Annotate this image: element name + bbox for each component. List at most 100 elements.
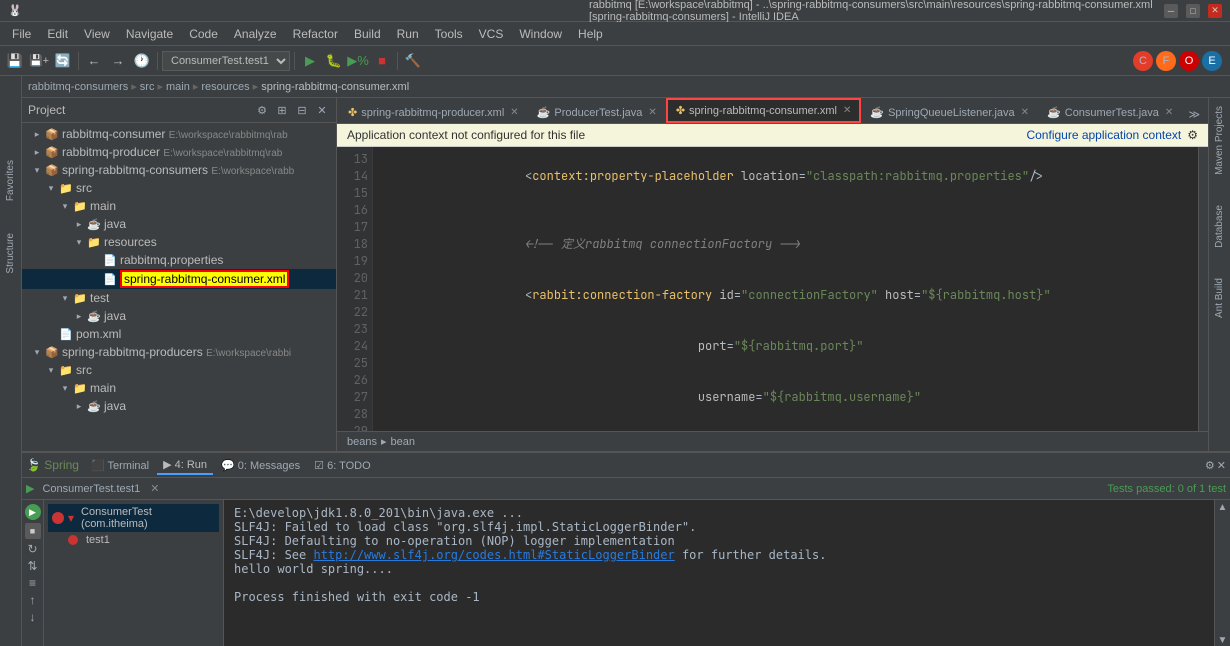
tree-node-main[interactable]: ▾ 📁 main [22, 197, 336, 215]
stop-button[interactable]: ■ [371, 50, 393, 72]
menu-help[interactable]: Help [570, 25, 611, 43]
tab-close-button[interactable]: ✕ [843, 105, 851, 116]
tab-close-button[interactable]: ✕ [1165, 107, 1173, 118]
terminal-tab-button[interactable]: ⬛ Terminal [85, 457, 155, 474]
run-again-button[interactable]: ▶ [25, 504, 41, 520]
menu-refactor[interactable]: Refactor [285, 25, 346, 43]
import-button[interactable]: ↓ [30, 610, 36, 624]
run-tab-button[interactable]: ▶ 4: Run [157, 456, 213, 475]
tab-close-button[interactable]: ✕ [510, 107, 518, 118]
export-button[interactable]: ↑ [30, 593, 36, 607]
ant-build-button[interactable]: Ant Build [1212, 274, 1227, 322]
filter-button[interactable]: ≡ [29, 576, 36, 590]
slf4j-link[interactable]: http://www.slf4j.org/codes.html#StaticLo… [313, 548, 674, 562]
structure-panel-button[interactable]: Structure [3, 229, 18, 278]
tree-node-spring-rabbitmq-producers[interactable]: ▾ 📦 spring-rabbitmq-producers E:\workspa… [22, 343, 336, 361]
tree-node-rabbitmq-consumer[interactable]: ▸ 📦 rabbitmq-consumer E:\workspace\rabbi… [22, 125, 336, 143]
tree-node-resources[interactable]: ▾ 📁 resources [22, 233, 336, 251]
breadcrumb-item-consumers[interactable]: rabbitmq-consumers [28, 81, 128, 93]
run-tree-test1[interactable]: test1 [48, 532, 219, 548]
menu-analyze[interactable]: Analyze [226, 25, 285, 43]
run-coverage-button[interactable]: ▶% [347, 50, 369, 72]
sidebar-collapse-button[interactable]: ⊟ [294, 102, 310, 118]
database-button[interactable]: Database [1212, 201, 1227, 252]
menu-tools[interactable]: Tools [427, 25, 471, 43]
tab-close-button[interactable]: ✕ [1021, 107, 1029, 118]
tree-node-test[interactable]: ▾ 📁 test [22, 289, 336, 307]
forward-button[interactable]: → [107, 50, 129, 72]
save-button[interactable]: 💾 [4, 50, 26, 72]
favorites-panel-button[interactable]: Favorites [3, 156, 18, 205]
tab-close-button[interactable]: ✕ [648, 107, 656, 118]
menu-navigate[interactable]: Navigate [118, 25, 181, 43]
tree-node-rabbitmq-properties[interactable]: 📄 rabbitmq.properties [22, 251, 336, 269]
settings-icon[interactable]: ⚙ [1187, 128, 1198, 142]
menu-run[interactable]: Run [389, 25, 427, 43]
tab-producer-test-java[interactable]: ☕ ProducerTest.java ✕ [528, 101, 666, 123]
menu-file[interactable]: File [4, 25, 39, 43]
menu-code[interactable]: Code [181, 25, 226, 43]
tree-node-spring-rabbitmq-consumers[interactable]: ▾ 📦 spring-rabbitmq-consumers E:\workspa… [22, 161, 336, 179]
sync-button[interactable]: 🔄 [52, 50, 74, 72]
breadcrumb-item-main[interactable]: main [166, 81, 190, 93]
save-all-button[interactable]: 💾+ [28, 50, 50, 72]
editor-breadcrumb-beans[interactable]: beans [347, 436, 377, 448]
close-button[interactable]: ✕ [1208, 4, 1222, 18]
run-tab-close[interactable]: ✕ [150, 482, 159, 495]
maximize-button[interactable]: □ [1186, 4, 1200, 18]
panel-close-button[interactable]: ✕ [1217, 459, 1226, 472]
window-controls[interactable]: ─ □ ✕ [1164, 4, 1222, 18]
editor-scrollbar[interactable] [1198, 147, 1208, 431]
tree-node-java-consumers[interactable]: ▸ ☕ java [22, 215, 336, 233]
tree-node-spring-rabbitmq-consumer-xml[interactable]: 📄 spring-rabbitmq-consumer.xml [22, 269, 336, 289]
maven-projects-button[interactable]: Maven Projects [1212, 102, 1227, 179]
run-tree-consumer-test[interactable]: ▾ ConsumerTest (com.itheima) [48, 504, 219, 532]
menu-build[interactable]: Build [346, 25, 389, 43]
debug-button[interactable]: 🐛 [323, 50, 345, 72]
recent-button[interactable]: 🕐 [131, 50, 153, 72]
tab-spring-rabbitmq-producer-xml[interactable]: ✤ spring-rabbitmq-producer.xml ✕ [339, 101, 528, 123]
editor-breadcrumb-bean[interactable]: bean [391, 436, 415, 448]
opera-icon[interactable]: O [1179, 51, 1199, 71]
firefox-icon[interactable]: F [1156, 51, 1176, 71]
scroll-down-button[interactable]: ▼ [1218, 635, 1228, 646]
build-button[interactable]: 🔨 [402, 50, 424, 72]
menu-edit[interactable]: Edit [39, 25, 76, 43]
sidebar-settings-button[interactable]: ⚙ [254, 102, 270, 118]
panel-settings-button[interactable]: ⚙ [1205, 459, 1215, 472]
breadcrumb-item-resources[interactable]: resources [201, 81, 249, 93]
breadcrumb-item-file[interactable]: spring-rabbitmq-consumer.xml [261, 81, 409, 93]
run-button[interactable]: ▶ [299, 50, 321, 72]
chrome-icon[interactable]: C [1133, 51, 1153, 71]
tree-node-src[interactable]: ▾ 📁 src [22, 179, 336, 197]
messages-tab-button[interactable]: 💬 0: Messages [215, 457, 306, 474]
edge-icon[interactable]: E [1202, 51, 1222, 71]
todo-tab-button[interactable]: ☑ 6: TODO [308, 457, 377, 474]
tree-node-src-producers[interactable]: ▾ 📁 src [22, 361, 336, 379]
sort-button[interactable]: ⇅ [27, 559, 37, 573]
tab-spring-queue-listener-java[interactable]: ☕ SpringQueueListener.java ✕ [861, 101, 1038, 123]
tree-node-java-producers[interactable]: ▸ ☕ java [22, 397, 336, 415]
stop-run-button[interactable]: ■ [25, 523, 41, 539]
menu-vcs[interactable]: VCS [471, 25, 512, 43]
minimize-button[interactable]: ─ [1164, 4, 1178, 18]
tab-consumer-test-java[interactable]: ☕ ConsumerTest.java ✕ [1038, 101, 1182, 123]
menu-view[interactable]: View [76, 25, 118, 43]
tab-spring-rabbitmq-consumer-xml[interactable]: ✤ spring-rabbitmq-consumer.xml ✕ [666, 98, 862, 123]
tree-node-main-producers[interactable]: ▾ 📁 main [22, 379, 336, 397]
menu-window[interactable]: Window [511, 25, 570, 43]
breadcrumb-item-src[interactable]: src [140, 81, 155, 93]
rerun-button[interactable]: ↻ [27, 542, 37, 556]
tabs-scroll-button[interactable]: ≫ [1182, 106, 1206, 123]
code-content[interactable]: <context:property-placeholder location="… [373, 147, 1198, 431]
configure-context-link[interactable]: Configure application context [1026, 128, 1181, 142]
run-config-dropdown[interactable]: ConsumerTest.test1 [162, 51, 290, 71]
code-editor[interactable]: 13 14 15 16 17 18 19 20 21 22 23 24 [337, 147, 1208, 431]
tree-node-rabbitmq-producer[interactable]: ▸ 📦 rabbitmq-producer E:\workspace\rabbi… [22, 143, 336, 161]
sidebar-close-button[interactable]: ✕ [314, 102, 330, 118]
sidebar-expand-button[interactable]: ⊞ [274, 102, 290, 118]
tree-node-java-test[interactable]: ▸ ☕ java [22, 307, 336, 325]
scroll-up-button[interactable]: ▲ [1218, 502, 1228, 513]
spring-tab-button[interactable]: 🍃 Spring [26, 458, 79, 472]
back-button[interactable]: ← [83, 50, 105, 72]
